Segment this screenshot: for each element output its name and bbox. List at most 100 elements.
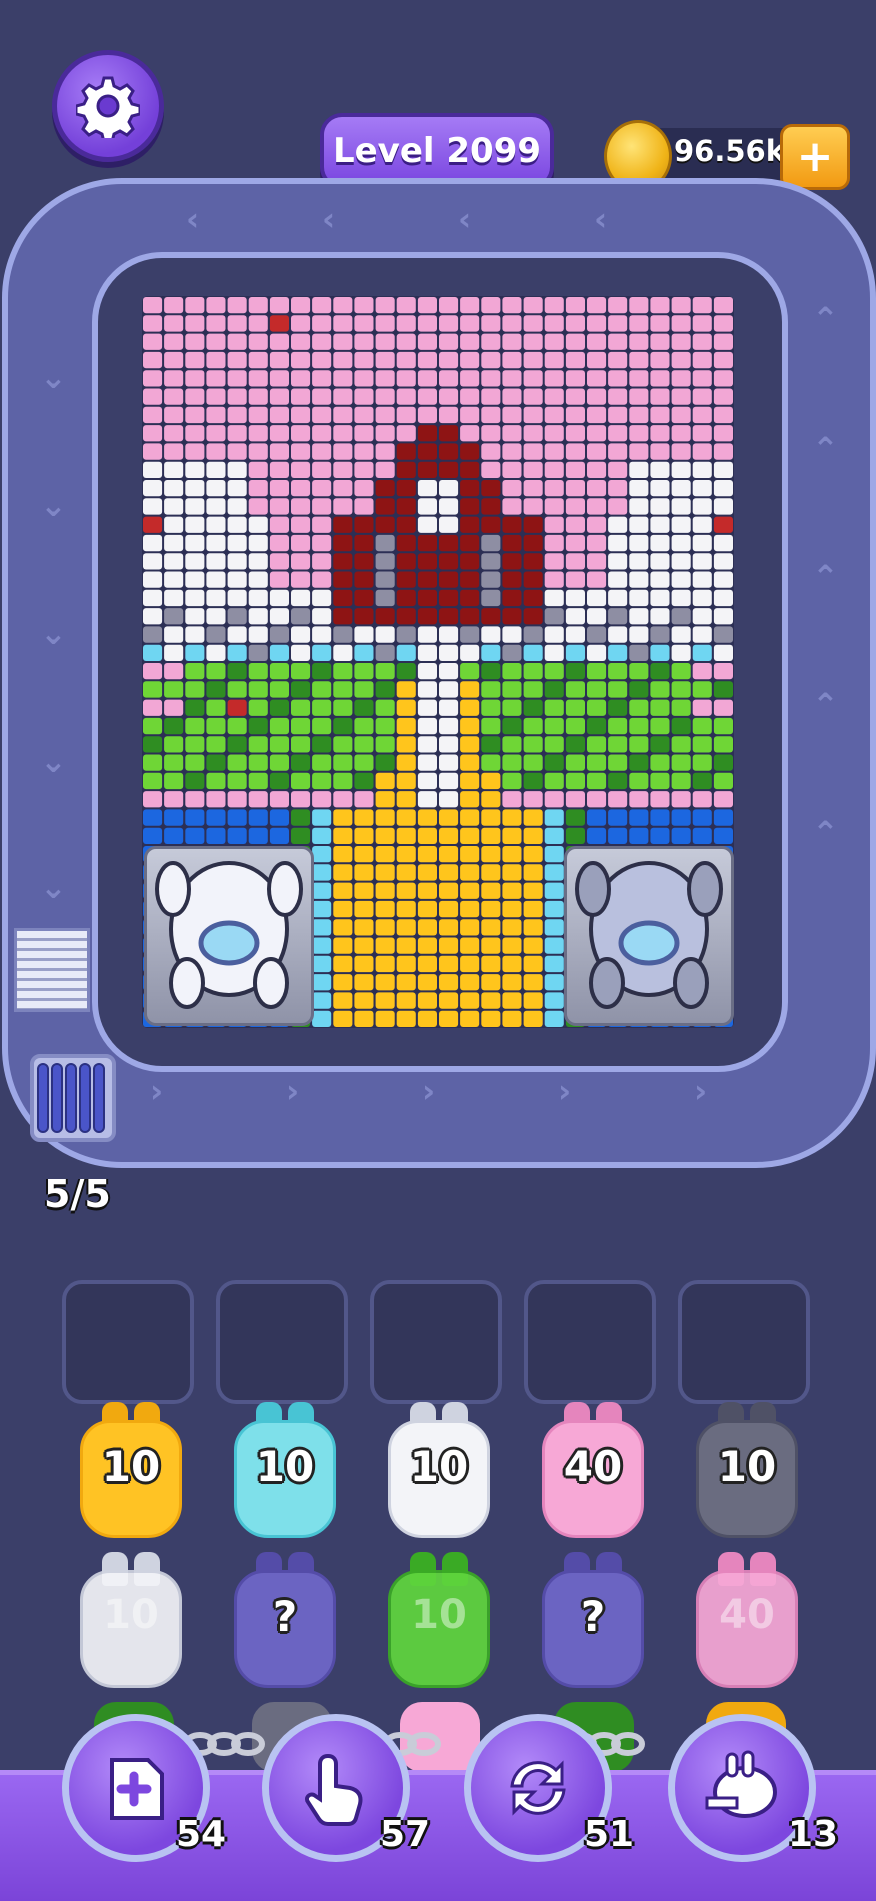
- pixel-cell: [587, 681, 607, 698]
- pixel-cell: [396, 974, 416, 991]
- pixel-cell: [544, 699, 564, 716]
- pixel-cell: [248, 663, 268, 680]
- pixel-cell: [396, 315, 416, 332]
- pixel-cell: [206, 443, 226, 460]
- pixel-cell: [206, 681, 226, 698]
- pixel-cell: [587, 772, 607, 790]
- pixel-cell: [439, 754, 459, 771]
- holding-slot[interactable]: [216, 1280, 348, 1404]
- pixel-cell: [291, 461, 311, 478]
- pixel-cell: [523, 498, 543, 515]
- pixel-cell: [608, 351, 628, 369]
- pixel-cell: [544, 1010, 564, 1027]
- pixel-cell: [354, 955, 374, 973]
- pixel-cell: [587, 480, 607, 497]
- pixel-cell: [269, 717, 289, 735]
- pixel-cell: [502, 608, 522, 625]
- pixel-cell: [291, 333, 311, 350]
- pixel-cell: [587, 443, 607, 460]
- pixel-cell: [185, 699, 205, 716]
- pixel-cell: [143, 333, 163, 350]
- pixel-cell: [417, 480, 437, 497]
- pixel-cell: [312, 699, 332, 716]
- pixel-cell: [312, 681, 332, 698]
- pixel-cell: [143, 571, 163, 588]
- pixel-cell: [460, 443, 480, 460]
- pixel-cell: [713, 425, 733, 442]
- pixel-cell: [185, 571, 205, 588]
- cannon-left[interactable]: [144, 846, 314, 1026]
- mystery-bunny[interactable]: ?: [230, 1552, 340, 1690]
- pixel-cell: [502, 388, 522, 405]
- holding-slot[interactable]: [524, 1280, 656, 1404]
- pixel-cell: [396, 717, 416, 735]
- pixel-cell: [227, 608, 247, 625]
- pixel-cell: [439, 663, 459, 680]
- pixel-cell: [312, 480, 332, 497]
- pixel-cell: [608, 608, 628, 625]
- pixel-cell: [460, 827, 480, 844]
- pixel-cell: [269, 589, 289, 607]
- bunny-shooter[interactable]: 10: [76, 1402, 186, 1540]
- bunny-shooter[interactable]: 10: [230, 1402, 340, 1540]
- pixel-cell: [375, 388, 395, 405]
- pixel-cell: [460, 644, 480, 661]
- pixel-cell: [333, 425, 353, 442]
- pixel-cell: [164, 370, 184, 387]
- pixel-cell: [354, 425, 374, 442]
- pixel-cell: [185, 406, 205, 424]
- pixel-cell: [164, 571, 184, 588]
- pixel-cell: [375, 498, 395, 515]
- cannon-right[interactable]: [564, 846, 734, 1026]
- pixel-cell: [523, 644, 543, 661]
- pixel-cell: [565, 626, 585, 643]
- pixel-cell: [333, 370, 353, 387]
- pixel-cell: [206, 663, 226, 680]
- holding-slot[interactable]: [678, 1280, 810, 1404]
- pixel-cell: [439, 626, 459, 643]
- pixel-cell: [143, 498, 163, 515]
- bunny-shooter[interactable]: 10: [384, 1552, 494, 1690]
- pixel-cell: [333, 699, 353, 716]
- pixel-cell: [671, 681, 691, 698]
- holding-slot[interactable]: [370, 1280, 502, 1404]
- chevron-down-icon: ⌄: [40, 614, 67, 652]
- pixel-cell: [206, 498, 226, 515]
- pixel-cell: [333, 937, 353, 954]
- pixel-cell: [481, 754, 501, 771]
- pixel-cell: [185, 388, 205, 405]
- bunny-shooter[interactable]: 40: [538, 1402, 648, 1540]
- bunny-shooter[interactable]: 40: [692, 1552, 802, 1690]
- pixel-cell: [587, 754, 607, 771]
- pixel-cell: [354, 626, 374, 643]
- pixel-cell: [417, 351, 437, 369]
- mystery-bunny[interactable]: ?: [538, 1552, 648, 1690]
- pixel-cell: [502, 846, 522, 863]
- pixel-cell: [375, 955, 395, 973]
- pixel-cell: [565, 443, 585, 460]
- pixel-cell: [333, 297, 353, 314]
- bunny-shooter[interactable]: 10: [692, 1402, 802, 1540]
- pixel-cell: [248, 772, 268, 790]
- bunny-count: ?: [580, 1592, 606, 1641]
- pixel-cell: [692, 516, 712, 533]
- pixel-cell: [375, 480, 395, 497]
- pixel-cell: [375, 461, 395, 478]
- holding-slot[interactable]: [62, 1280, 194, 1404]
- pixel-cell: [291, 315, 311, 332]
- pixel-cell: [269, 534, 289, 552]
- pixel-cell: [587, 516, 607, 533]
- pixel-cell: [671, 626, 691, 643]
- pixel-cell: [650, 370, 670, 387]
- pixel-cell: [502, 681, 522, 698]
- pixel-cell: [375, 553, 395, 570]
- bunny-shooter[interactable]: 10: [384, 1402, 494, 1540]
- pixel-cell: [417, 333, 437, 350]
- bunny-shooter[interactable]: 10: [76, 1552, 186, 1690]
- pixel-cell: [227, 626, 247, 643]
- pixel-cell: [185, 351, 205, 369]
- pixel-cell: [185, 425, 205, 442]
- pixel-cell: [375, 351, 395, 369]
- pixel-cell: [502, 370, 522, 387]
- pixel-cell: [460, 589, 480, 607]
